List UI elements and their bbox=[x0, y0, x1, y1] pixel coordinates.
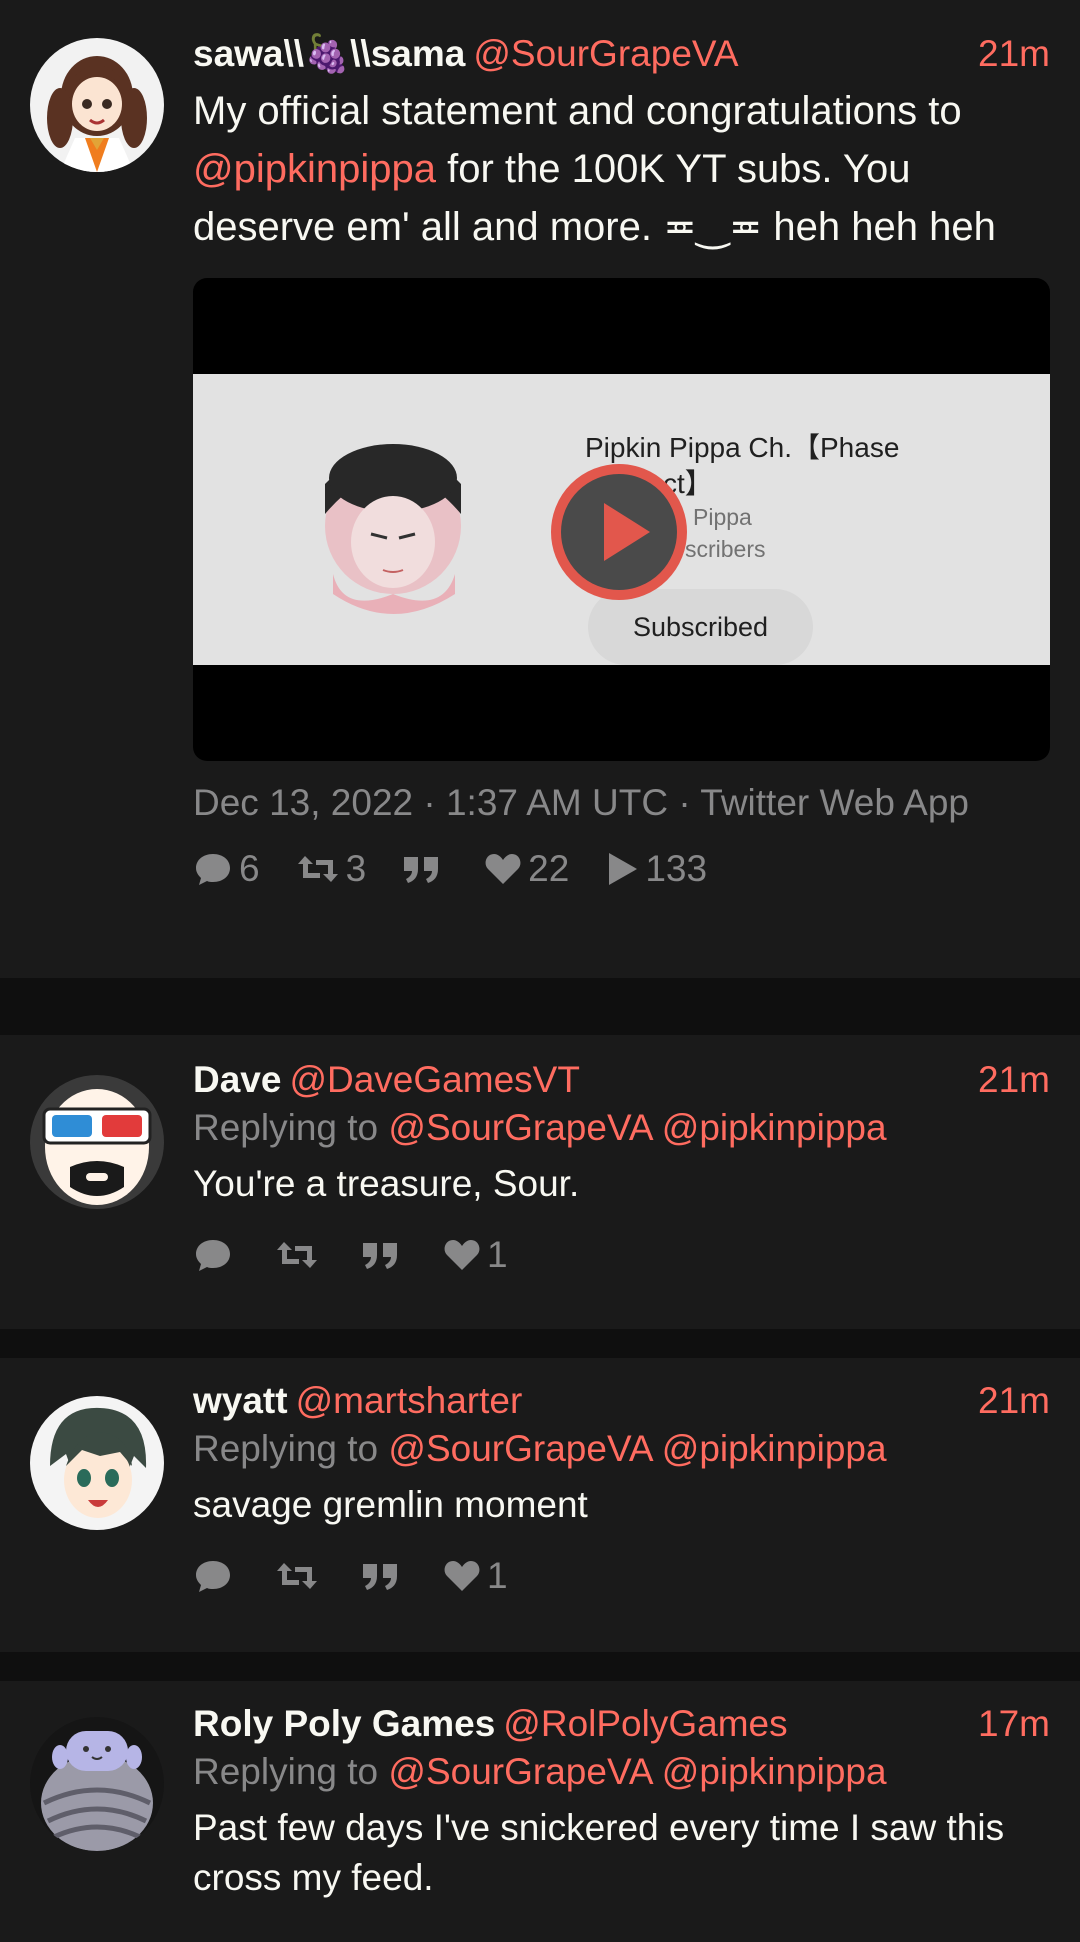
reply-tweet[interactable]: Roly Poly Games @RolPolyGames 17m Replyin… bbox=[0, 1681, 1080, 1942]
quote-icon bbox=[363, 1564, 397, 1590]
mention-link[interactable]: @pipkinpippa bbox=[662, 1751, 887, 1792]
replying-to: Replying to @SourGrapeVA @pipkinpippa bbox=[193, 1103, 1050, 1153]
reply-tweet[interactable]: wyatt @martsharter 21m Replying to @SourG… bbox=[0, 1358, 1080, 1652]
retweet-stat[interactable] bbox=[275, 1559, 325, 1593]
username[interactable]: @SourGrapeVA bbox=[473, 33, 738, 74]
replying-label: Replying to bbox=[193, 1107, 379, 1148]
fullname[interactable]: Roly Poly Games bbox=[193, 1703, 495, 1744]
replying-to: Replying to @SourGrapeVA @pipkinpippa bbox=[193, 1424, 1050, 1474]
heart-icon bbox=[485, 854, 521, 884]
quote-stat[interactable] bbox=[402, 853, 448, 885]
tweet-time[interactable]: 21m bbox=[978, 26, 1050, 82]
tweet-text: Past few days I've snickered every time … bbox=[193, 1807, 1005, 1898]
video-player[interactable]: Pipkin Pippa Ch.【Phase ct】 Pippa scriber… bbox=[193, 278, 1050, 761]
mention-link[interactable]: @pipkinpippa bbox=[193, 147, 436, 191]
reply-count: 6 bbox=[239, 848, 260, 889]
avatar[interactable] bbox=[30, 1717, 164, 1851]
reply-tweet[interactable]: Dave @DaveGamesVT 21m Replying to @SourGr… bbox=[0, 1035, 1080, 1329]
like-count: 1 bbox=[487, 1234, 508, 1275]
avatar[interactable] bbox=[30, 1396, 164, 1530]
quote-stat[interactable] bbox=[361, 1560, 407, 1592]
tweet-stats: 1 bbox=[193, 1231, 1050, 1279]
mention-link[interactable]: @SourGrapeVA bbox=[388, 1107, 651, 1148]
like-count: 1 bbox=[487, 1555, 508, 1596]
comment-icon bbox=[196, 1240, 230, 1271]
tweet-stats: 1 bbox=[193, 1552, 1050, 1600]
tweet-time[interactable]: 21m bbox=[978, 1057, 1050, 1103]
mention-link[interactable]: @pipkinpippa bbox=[662, 1107, 887, 1148]
avatar[interactable] bbox=[30, 38, 164, 172]
fullname[interactable]: wyatt bbox=[193, 1380, 288, 1421]
tweet-header: Dave @DaveGamesVT 21m bbox=[193, 1057, 1050, 1103]
avatar[interactable] bbox=[30, 1075, 164, 1209]
mention-link[interactable]: @SourGrapeVA bbox=[388, 1751, 651, 1792]
username[interactable]: @martsharter bbox=[296, 1380, 523, 1421]
retweet-icon bbox=[297, 856, 338, 882]
reply-stat[interactable] bbox=[193, 1558, 239, 1594]
tweet-header: wyatt @martsharter 21m bbox=[193, 1378, 1050, 1424]
like-stat[interactable]: 1 bbox=[443, 1234, 508, 1276]
retweet-stat[interactable]: 3 bbox=[296, 848, 367, 890]
quote-stat[interactable] bbox=[361, 1239, 407, 1271]
mention-link[interactable]: @pipkinpippa bbox=[662, 1428, 887, 1469]
tweet-header: Roly Poly Games @RolPolyGames 17m bbox=[193, 1701, 1050, 1747]
tweet-time[interactable]: 17m bbox=[978, 1701, 1050, 1747]
tweet-time[interactable]: 21m bbox=[978, 1378, 1050, 1424]
replying-label: Replying to bbox=[193, 1751, 379, 1792]
heart-icon bbox=[444, 1240, 480, 1270]
quote-icon bbox=[363, 1243, 397, 1269]
retweet-stat[interactable] bbox=[275, 1238, 325, 1272]
play-views-icon bbox=[609, 853, 638, 885]
username[interactable]: @RolPolyGames bbox=[503, 1703, 787, 1744]
views-count: 133 bbox=[645, 848, 708, 889]
comment-icon bbox=[196, 854, 230, 885]
tweet-text: You're a treasure, Sour. bbox=[193, 1163, 580, 1204]
mention-link[interactable]: @SourGrapeVA bbox=[388, 1428, 651, 1469]
like-stat[interactable]: 22 bbox=[484, 848, 569, 890]
play-icon[interactable] bbox=[548, 461, 690, 603]
comment-icon bbox=[196, 1561, 230, 1592]
tweet-text-part: My official statement and congratulation… bbox=[193, 89, 962, 133]
fullname[interactable]: sawa\\🍇\\sama bbox=[193, 33, 465, 74]
main-tweet[interactable]: sawa\\🍇\\sama @SourGrapeVA 21m My officia… bbox=[0, 0, 1080, 978]
reply-stat[interactable]: 6 bbox=[193, 848, 260, 890]
fullname[interactable]: Dave bbox=[193, 1059, 281, 1100]
views-stat: 133 bbox=[605, 848, 707, 890]
heart-icon bbox=[444, 1561, 480, 1591]
like-count: 22 bbox=[528, 848, 570, 889]
tweet-text: savage gremlin moment bbox=[193, 1484, 588, 1525]
like-stat[interactable]: 1 bbox=[443, 1555, 508, 1597]
reply-stat[interactable] bbox=[193, 1237, 239, 1273]
username[interactable]: @DaveGamesVT bbox=[289, 1059, 579, 1100]
retweet-icon bbox=[277, 1242, 317, 1268]
retweet-count: 3 bbox=[345, 848, 367, 889]
quote-icon bbox=[404, 857, 439, 883]
tweet-date[interactable]: Dec 13, 2022 · 1:37 AM UTC · Twitter Web… bbox=[193, 779, 1050, 827]
tweet-stats: 6 3 22 133 bbox=[193, 845, 1050, 893]
tweet-header: sawa\\🍇\\sama @SourGrapeVA 21m bbox=[193, 26, 1050, 82]
tweet-text: My official statement and congratulation… bbox=[193, 82, 1050, 256]
retweet-icon bbox=[277, 1563, 317, 1589]
replying-to: Replying to @SourGrapeVA @pipkinpippa bbox=[193, 1747, 1050, 1797]
replying-label: Replying to bbox=[193, 1428, 379, 1469]
timeline: sawa\\🍇\\sama @SourGrapeVA 21m My officia… bbox=[0, 0, 1080, 1942]
